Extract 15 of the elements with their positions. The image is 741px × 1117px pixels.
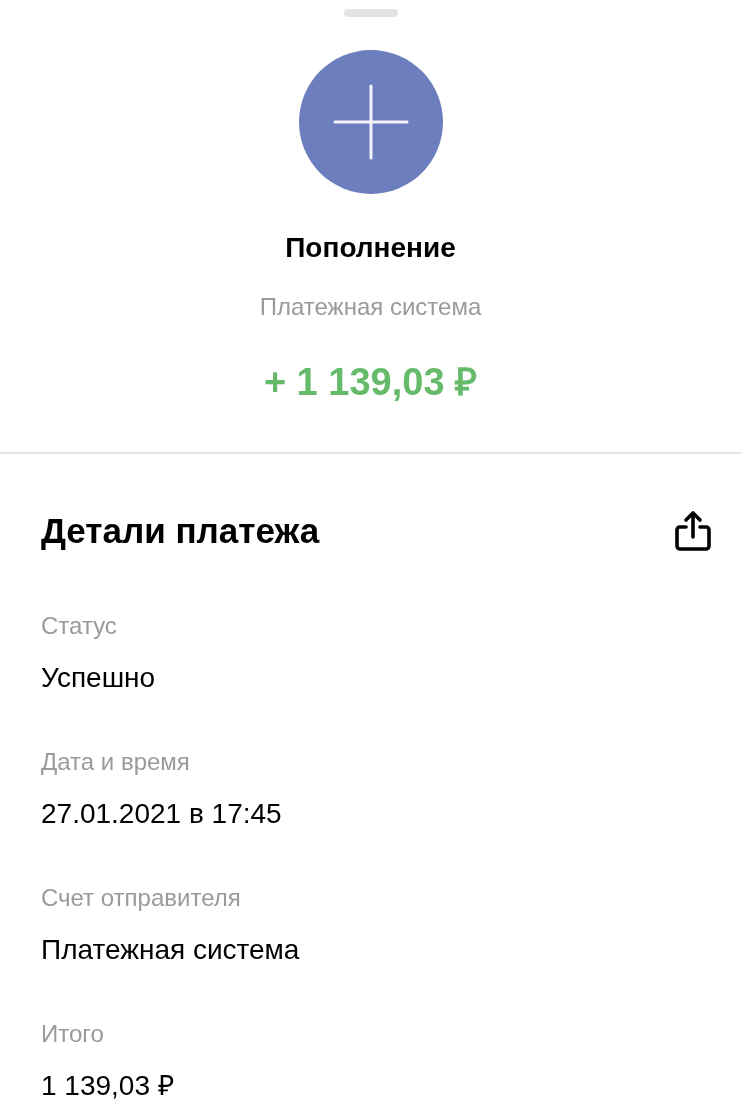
field-label: Дата и время	[41, 747, 191, 777]
field-value: Платежная система	[41, 933, 301, 967]
plus-icon	[298, 50, 443, 194]
sheet-handle[interactable]	[343, 9, 398, 17]
field-value: 27.01.2021 в 17:45	[41, 797, 283, 831]
amount: + 1 139,03 ₽	[263, 360, 478, 404]
share-icon[interactable]	[674, 510, 712, 552]
operation-title: Пополнение	[285, 232, 456, 264]
operation-subtitle: Платежная система	[259, 292, 482, 322]
field-value: 1 139,03 ₽	[41, 1069, 175, 1103]
field-value: Успешно	[41, 661, 157, 695]
field-label: Итого	[41, 1019, 105, 1049]
section-title: Детали платежа	[41, 510, 320, 552]
field-label: Статус	[41, 611, 118, 641]
field-label: Счет отправителя	[41, 883, 242, 913]
